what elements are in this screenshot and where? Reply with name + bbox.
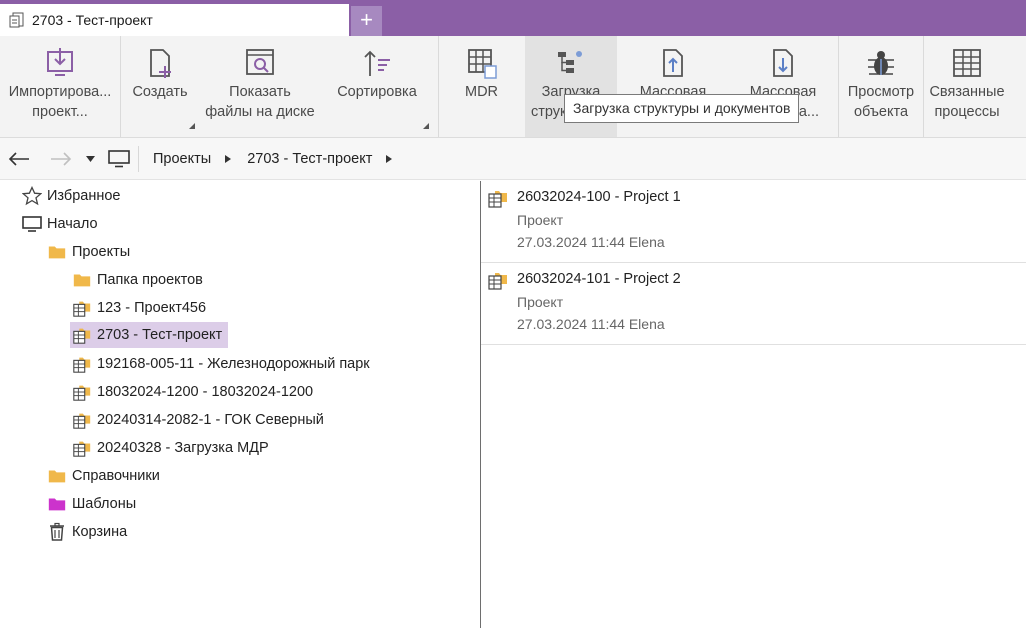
tree-item-label: Проекты [72,244,131,260]
home-button[interactable] [108,138,132,180]
tree-item-label: 123 - Проект456 [97,300,207,316]
ribbon-toolbar: Импортирова... проект... Создать Показат… [0,36,1026,138]
breadcrumb-item-current[interactable]: 2703 - Тест-проект [247,151,372,167]
list-item[interactable]: 26032024-100 - Project 1 Проект 27.03.20… [481,181,1026,263]
import-project-button[interactable]: Импортирова... проект... [0,36,120,137]
related-processes-label: Связанные процессы [929,84,1005,120]
tree-item-templates[interactable]: Шаблоны [47,491,136,517]
tree-item-label: 192168-005-11 - Железнодорожный парк [97,356,370,372]
upload-icon [656,36,690,82]
mdr-button[interactable]: MDR [439,36,524,137]
dropdown-arrow-icon[interactable] [189,123,195,129]
list-item-meta: 27.03.2024 11:44 Elena [517,234,665,250]
history-dropdown[interactable] [86,138,96,180]
create-button[interactable]: Создать [121,36,199,137]
project-icon [72,298,92,318]
project-icon [487,269,509,291]
tree-item-label: Корзина [72,524,128,540]
project-icon [72,438,92,458]
back-button[interactable] [8,138,32,180]
tree-item-trash[interactable]: Корзина [47,519,127,545]
tree-item-project[interactable]: 123 - Проект456 [72,295,206,321]
tree-item-label: 2703 - Тест-проект [97,327,223,343]
folder-icon [47,242,67,262]
tab-title: 2703 - Тест-проект [32,12,153,28]
import-project-label: Импортирова... проект... [8,84,112,120]
breadcrumb: Проекты 2703 - Тест-проект [153,138,393,180]
list-item-title: 26032024-100 - Project 1 [517,189,681,205]
monitor-icon [22,214,42,234]
nav-separator [138,146,139,172]
tree-item-label: 18032024-1200 - 18032024-1200 [97,384,314,400]
list-item-meta: 27.03.2024 11:44 Elena [517,316,665,332]
folder-icon [72,270,92,290]
tooltip: Загрузка структуры и документов [564,94,800,123]
create-label: Создать [132,84,188,100]
tree-item-projects[interactable]: Проекты [47,239,130,265]
show-on-disk-button[interactable]: Показать файлы на диске [200,36,320,137]
import-icon [43,36,77,82]
list-item[interactable]: 26032024-101 - Project 2 Проект 27.03.20… [481,263,1026,345]
arrow-left-icon [8,152,29,166]
related-processes-button[interactable]: Связанные процессы [924,36,1010,137]
tree-item-label: Избранное [47,188,121,204]
tab-strip: 2703 - Тест-проект + [0,0,1026,36]
list-item-title: 26032024-101 - Project 2 [517,271,681,287]
list-item-type: Проект [517,294,564,310]
tree-item-label: 20240314-2082-1 - ГОК Северный [97,412,324,428]
breadcrumb-arrow-icon[interactable] [225,155,232,163]
trash-icon [47,522,67,542]
bug-icon [864,36,898,82]
mdr-label: MDR [464,84,499,100]
sort-icon [360,36,394,82]
new-tab-button[interactable]: + [351,6,382,36]
object-view-label: Просмотр объекта [847,84,915,120]
tree-item-project[interactable]: 20240328 - Загрузка МДР [72,435,269,461]
mdr-table-icon [465,36,499,82]
tree-item-project[interactable]: 192168-005-11 - Железнодорожный парк [72,351,370,377]
folder-icon [47,466,67,486]
tree-item-label: 20240328 - Загрузка МДР [97,440,269,456]
arrow-right-icon [51,152,72,166]
tree-item-project[interactable]: 18032024-1200 - 18032024-1200 [72,379,313,405]
sort-label: Сортировка [337,84,417,100]
tree-item-references[interactable]: Справочники [47,463,160,489]
breadcrumb-arrow-icon[interactable] [386,155,393,163]
grid-icon [950,36,984,82]
tree-item-label: Папка проектов [97,272,203,288]
star-icon [22,186,42,206]
list-item-type: Проект [517,212,564,228]
dropdown-arrow-icon[interactable] [423,123,429,129]
sort-button[interactable]: Сортировка [321,36,433,137]
tree-item-label: Справочники [72,468,160,484]
tree-item-project-selected[interactable]: 2703 - Тест-проект [70,322,229,348]
new-file-icon [143,36,177,82]
project-icon [487,187,509,209]
show-on-disk-label: Показать файлы на диске [205,84,315,120]
navigation-tree: Избранное Начало Проекты Папка проектов … [0,181,480,628]
tree-item-projects-folder[interactable]: Папка проектов [72,267,203,293]
structure-load-icon [554,36,588,82]
caret-down-icon [86,156,95,162]
project-icon [72,325,92,345]
monitor-icon [108,150,130,168]
tree-item-favorites[interactable]: Избранное [22,183,120,209]
navigation-bar: Проекты 2703 - Тест-проект [0,138,1026,180]
tree-item-label: Начало [47,216,98,232]
content-list: 26032024-100 - Project 1 Проект 27.03.20… [481,181,1026,628]
tab-current[interactable]: 2703 - Тест-проект [0,4,349,36]
tree-item-project[interactable]: 20240314-2082-1 - ГОК Северный [72,407,324,433]
document-icon [8,11,26,29]
tree-item-label: Шаблоны [72,496,137,512]
breadcrumb-item-projects[interactable]: Проекты [153,151,211,167]
browse-disk-icon [243,36,277,82]
forward-button[interactable] [50,138,74,180]
project-icon [72,354,92,374]
magenta-folder-icon [47,494,67,514]
download-icon [766,36,800,82]
tree-item-home[interactable]: Начало [22,211,98,237]
object-view-button[interactable]: Просмотр объекта [839,36,923,137]
project-icon [72,410,92,430]
project-icon [72,382,92,402]
